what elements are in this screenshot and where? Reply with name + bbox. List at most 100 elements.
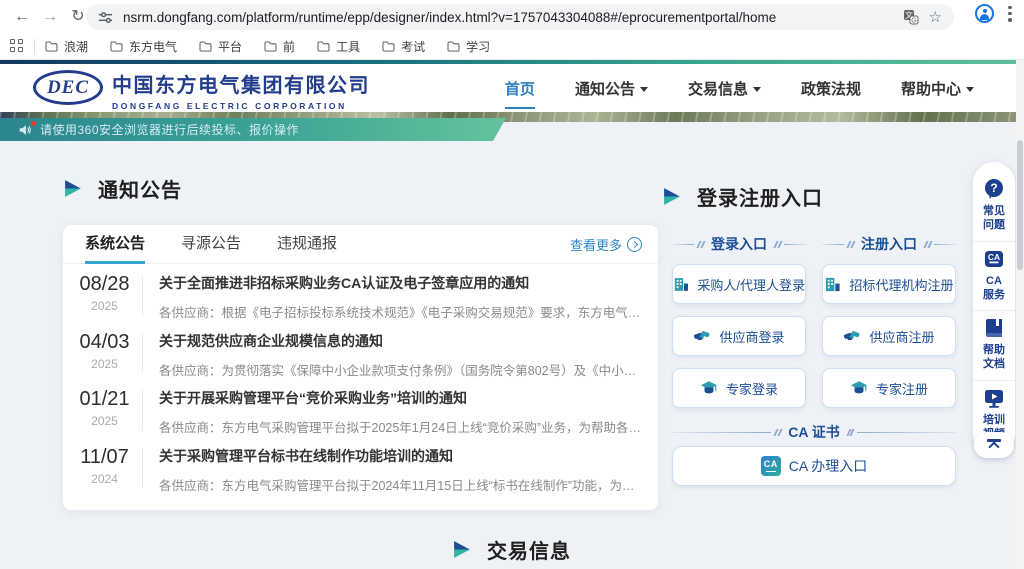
forward-icon[interactable]: → [38,5,62,29]
handshake-icon [843,329,861,344]
section-arrow-icon [662,186,683,207]
bookmark-star-icon[interactable]: ☆ [929,8,942,26]
purchaser-login-button[interactable]: 采购人/代理人登录 [672,264,806,304]
register-group-label: 注册入口 [861,234,917,254]
company-name: 中国东方电气集团有限公司 DONGFANG ELECTRIC CORPORATI… [112,69,370,111]
nav-policy[interactable]: 政策法规 [799,72,863,105]
notice-list-item[interactable]: 01/21 2025 关于开展采购管理平台“竞价采购业务”培训的通知 各供应商：… [63,379,658,437]
video-monitor-icon [983,387,1005,409]
notice-desc: 各供应商：东方电气采购管理平台拟于2025年1月24日上线“竞价采购”业务，为帮… [159,417,642,436]
scrollbar-track [1016,60,1024,569]
bookmark-folder[interactable]: 前 [264,38,295,55]
expert-login-button[interactable]: 专家登录 [672,368,806,408]
translate-icon[interactable]: 文 G [903,9,919,25]
bookmark-label: 学习 [466,38,490,55]
notice-list-item[interactable]: 08/28 2025 关于全面推进非招标采购业务CA认证及电子签章应用的通知 各… [63,264,658,322]
divider [34,39,35,54]
notice-title: 关于开展采购管理平台“竞价采购业务”培训的通知 [159,388,642,408]
tab-system-notices[interactable]: 系统公告 [85,225,145,264]
banner-text: 请使用360安全浏览器进行后续投标、报价操作 [40,121,299,138]
back-icon[interactable]: ← [10,5,34,29]
section-title: 登录注册入口 [697,182,823,211]
bookmark-folder[interactable]: 工具 [317,38,360,55]
address-bar[interactable]: nsrm.dongfang.com/platform/runtime/epp/d… [86,4,954,30]
notice-date-md: 04/03 [77,331,132,354]
section-arrow-icon [452,539,473,560]
svg-text:?: ? [990,181,997,195]
quick-help-widget: ? 常见问题 CA CA服务 帮助文档 培训视频 [973,162,1015,455]
company-name-en: DONGFANG ELECTRIC CORPORATION [112,101,370,111]
button-label: 专家注册 [876,379,928,398]
ca-service-item[interactable]: CA CA服务 [973,241,1015,311]
button-label: 采购人/代理人登录 [697,275,805,294]
svg-text:CA: CA [988,252,1000,262]
bookmark-folder[interactable]: 考试 [382,38,425,55]
scrollbar-thumb[interactable] [1017,140,1023,270]
url-text[interactable]: nsrm.dongfang.com/platform/runtime/epp/d… [123,10,893,25]
chevron-up-icon [988,441,999,452]
notices-section-header: 通知公告 [63,174,182,203]
graduation-cap-icon [850,380,868,396]
chevron-right-circle-icon [627,237,642,252]
notice-date-md: 11/07 [77,446,132,469]
nav-home-label: 首页 [505,78,535,99]
notice-date-year: 2024 [77,472,132,486]
supplier-login-button[interactable]: 供应商登录 [672,316,806,356]
browser-toolbar: ← → ↻ nsrm.dongfang.com/platform/runtime… [0,0,1024,33]
folder-icon [110,41,123,52]
agency-register-button[interactable]: 招标代理机构注册 [822,264,956,304]
notice-date-md: 08/28 [77,273,132,296]
tab-violation-reports[interactable]: 违规通报 [277,225,337,264]
chevron-down-icon [966,87,974,92]
main-nav: 首页 通知公告 交易信息 政策法规 帮助中心 [503,64,976,112]
help-docs-item[interactable]: 帮助文档 [973,310,1015,380]
handshake-icon [693,329,711,344]
nav-home[interactable]: 首页 [503,72,537,105]
ca-badge-text: CA [764,460,778,469]
site-header: DEC 中国东方电气集团有限公司 DONGFANG ELECTRIC CORPO… [0,64,1024,112]
folder-icon [447,41,460,52]
bookmark-folder[interactable]: 学习 [447,38,490,55]
view-more-link[interactable]: 查看更多 [570,225,642,264]
bookmark-label: 工具 [336,38,360,55]
apps-grid-icon[interactable] [10,39,24,53]
nav-help[interactable]: 帮助中心 [899,72,976,105]
bookmark-folder[interactable]: 平台 [199,38,242,55]
notice-list-item[interactable]: 04/03 2025 关于规范供应商企业规模信息的通知 各供应商：为贯彻落实《保… [63,322,658,380]
book-icon [983,317,1005,339]
notice-date: 11/07 2024 [77,446,132,495]
folder-icon [45,41,58,52]
dec-logo-text: DEC [47,77,89,99]
browser-warning-banner: 请使用360安全浏览器进行后续投标、报价操作 [0,118,506,141]
nav-notices-label: 通知公告 [575,78,635,99]
bookmark-folder[interactable]: 东方电气 [110,38,177,55]
dec-logo[interactable]: DEC [33,70,103,105]
ca-service-label: CA服务 [982,274,1006,303]
expert-register-button[interactable]: 专家注册 [822,368,956,408]
button-label: CA 办理入口 [789,456,868,476]
faq-item[interactable]: ? 常见问题 [973,172,1015,241]
notices-tabs: 系统公告 寻源公告 违规通报 查看更多 [63,225,658,264]
notice-list-item[interactable]: 11/07 2024 关于采购管理平台标书在线制作功能培训的通知 各供应商：东方… [63,437,658,495]
notices-card: 系统公告 寻源公告 违规通报 查看更多 08/28 2025 关于全面推进非招标… [63,225,658,510]
section-title: 通知公告 [98,174,182,203]
bookmark-label: 前 [283,38,295,55]
tab-sourcing-notices[interactable]: 寻源公告 [181,225,241,264]
site-settings-icon[interactable] [98,10,113,25]
notice-desc: 各供应商：东方电气采购管理平台拟于2024年11月15日上线“标书在线制作”功能… [159,475,642,494]
collapse-widget-button[interactable] [974,432,1014,458]
button-label: 招标代理机构注册 [849,275,953,294]
folder-icon [382,41,395,52]
notice-title: 关于采购管理平台标书在线制作功能培训的通知 [159,446,642,466]
ca-entry-button[interactable]: CA CA 办理入口 [672,446,956,486]
bookmark-folder[interactable]: 浪潮 [45,38,88,55]
ca-group-header: CA 证书 [672,422,956,442]
notice-date-year: 2025 [77,357,132,371]
menu-dots-icon[interactable] [1008,6,1012,22]
button-label: 供应商登录 [719,327,784,346]
login-group-header: 登录入口 [672,234,806,254]
nav-trade[interactable]: 交易信息 [686,72,763,105]
nav-notices[interactable]: 通知公告 [573,72,650,105]
supplier-register-button[interactable]: 供应商注册 [822,316,956,356]
profile-avatar[interactable] [975,4,994,23]
